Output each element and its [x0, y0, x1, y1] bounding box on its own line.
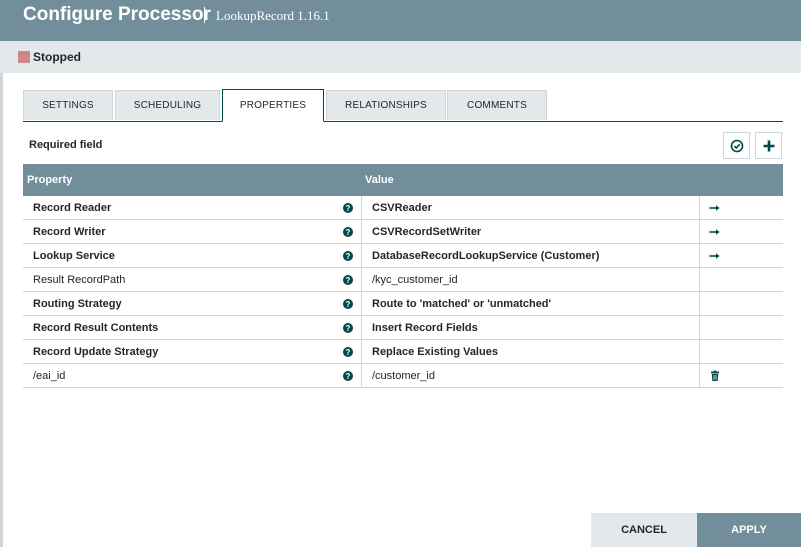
plus-icon [763, 140, 774, 151]
help-icon[interactable]: ? [343, 347, 353, 357]
tab-properties[interactable]: PROPERTIES [222, 89, 324, 122]
property-value[interactable]: Replace Existing Values [372, 346, 498, 358]
properties-table-header: Property Value [23, 164, 783, 196]
property-value[interactable]: /customer_id [372, 370, 435, 382]
cancel-button[interactable]: CANCEL [591, 513, 697, 547]
go-to-service-button[interactable] [709, 250, 721, 262]
property-name: Record Writer [33, 226, 106, 238]
processor-type: LookupRecord 1.16.1 [216, 8, 330, 23]
property-row[interactable]: /eai_id? /customer_id [23, 364, 783, 388]
stopped-icon [18, 51, 30, 63]
column-divider [699, 364, 700, 388]
tab-relationships[interactable]: RELATIONSHIPS [326, 90, 446, 120]
column-divider [699, 244, 700, 268]
tab-bar: SETTINGS SCHEDULING PROPERTIES RELATIONS… [23, 89, 783, 122]
svg-text:?: ? [346, 276, 351, 285]
column-divider [361, 196, 362, 220]
column-divider [699, 196, 700, 220]
svg-text:?: ? [346, 228, 351, 237]
title-separator [204, 7, 205, 23]
column-header-value: Value [365, 174, 394, 186]
tab-underline [23, 121, 783, 122]
go-to-service-button[interactable] [709, 226, 721, 238]
column-divider [699, 220, 700, 244]
property-name: Lookup Service [33, 250, 115, 262]
property-name: Result RecordPath [33, 274, 126, 286]
arrow-right-icon [709, 205, 720, 211]
property-row[interactable]: Routing Strategy? Route to 'matched' or '… [23, 292, 783, 316]
column-divider [699, 268, 700, 292]
svg-text:?: ? [346, 324, 351, 333]
svg-text:?: ? [346, 204, 351, 213]
column-divider [361, 220, 362, 244]
dialog-header: Configure Processor LookupRecord 1.16.1 [0, 0, 801, 41]
tab-scheduling[interactable]: SCHEDULING [115, 90, 220, 120]
left-edge [0, 0, 3, 547]
column-divider [699, 292, 700, 316]
tab-settings[interactable]: SETTINGS [23, 90, 113, 120]
property-row[interactable]: Lookup Service? DatabaseRecordLookupServi… [23, 244, 783, 268]
property-value[interactable]: CSVReader [372, 202, 432, 214]
property-value[interactable]: Route to 'matched' or 'unmatched' [372, 298, 551, 310]
check-circle-icon [730, 139, 743, 152]
help-icon[interactable]: ? [343, 323, 353, 333]
property-name: /eai_id [33, 370, 66, 382]
svg-text:?: ? [346, 300, 351, 309]
property-name: Record Reader [33, 202, 112, 214]
help-icon[interactable]: ? [343, 251, 353, 261]
help-icon[interactable]: ? [343, 299, 353, 309]
required-field-label: Required field [29, 139, 103, 151]
property-value[interactable]: Insert Record Fields [372, 322, 478, 334]
svg-text:?: ? [346, 348, 351, 357]
svg-text:?: ? [346, 252, 351, 261]
dialog-title: Configure Processor [23, 4, 211, 25]
column-divider [699, 340, 700, 364]
property-value[interactable]: DatabaseRecordLookupService (Customer) [372, 250, 599, 262]
property-row[interactable]: Record Result Contents? Insert Record Fie… [23, 316, 783, 340]
column-divider [361, 268, 362, 292]
go-to-service-button[interactable] [709, 202, 721, 214]
help-icon[interactable]: ? [343, 203, 353, 213]
column-divider [699, 316, 700, 340]
help-icon[interactable]: ? [343, 275, 353, 285]
property-value[interactable]: CSVRecordSetWriter [372, 226, 481, 238]
verify-button[interactable] [723, 132, 750, 159]
help-icon[interactable]: ? [343, 227, 353, 237]
status-text: Stopped [33, 50, 81, 64]
column-divider [361, 340, 362, 364]
property-name: Routing Strategy [33, 298, 122, 310]
property-row[interactable]: Record Reader? CSVReader [23, 196, 783, 220]
column-divider [361, 316, 362, 340]
svg-text:?: ? [346, 372, 351, 381]
property-value[interactable]: /kyc_customer_id [372, 274, 458, 286]
property-row[interactable]: Record Update Strategy? Replace Existing … [23, 340, 783, 364]
apply-button[interactable]: APPLY [697, 513, 801, 547]
status-bar: Stopped [0, 41, 801, 73]
arrow-right-icon [709, 253, 720, 259]
property-name: Record Result Contents [33, 322, 159, 334]
column-divider [361, 244, 362, 268]
add-property-button[interactable] [755, 132, 782, 159]
tab-comments[interactable]: COMMENTS [447, 90, 547, 120]
column-header-property: Property [27, 174, 73, 186]
property-row[interactable]: Record Writer? CSVRecordSetWriter [23, 220, 783, 244]
arrow-right-icon [709, 229, 720, 235]
delete-property-button[interactable] [709, 370, 721, 382]
column-divider [361, 292, 362, 316]
trash-icon [711, 370, 719, 381]
help-icon[interactable]: ? [343, 371, 353, 381]
property-row[interactable]: Result RecordPath? /kyc_customer_id [23, 268, 783, 292]
property-name: Record Update Strategy [33, 346, 159, 358]
column-divider [361, 364, 362, 388]
